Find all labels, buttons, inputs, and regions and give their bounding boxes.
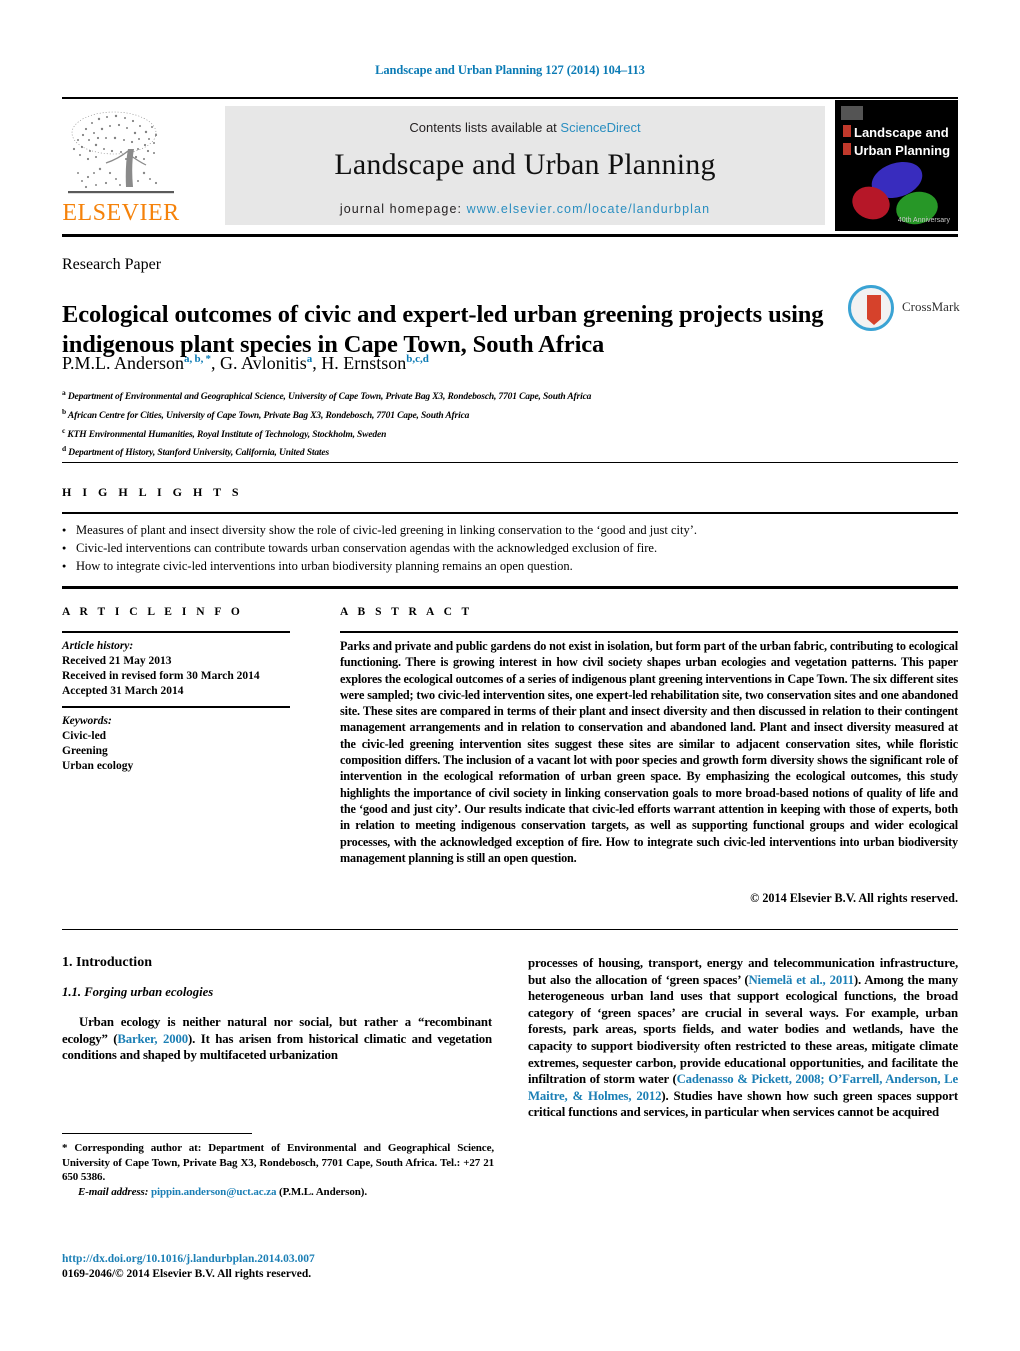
affiliation-list: a Department of Environmental and Geogra… [62,386,862,461]
keyword-1: Greening [62,745,108,757]
masthead-rule-top [62,97,958,99]
cover-swatch-1 [843,125,851,137]
intro-paragraph-left: Urban ecology is neither natural nor soc… [62,1014,492,1064]
doi-block: http://dx.doi.org/10.1016/j.landurbplan.… [62,1252,494,1282]
article-history-line-0: Received 21 May 2013 [62,655,172,667]
right-text-mid: ). Among the many heterogeneous urban la… [528,972,958,1087]
article-history-label: Article history: [62,640,134,652]
keywords-rule [62,706,290,708]
citation-barker-2000[interactable]: Barker, 2000 [117,1032,188,1046]
article-history-block: Article history: Received 21 May 2013 Re… [62,639,302,699]
contents-prefix: Contents lists available at [409,120,561,135]
cover-title-line-2: Urban Planning [854,143,951,158]
elsevier-logo: ELSEVIER [62,107,180,227]
highlights-rule-bottom [62,586,958,589]
highlights-heading: H I G H L I G H T S [62,485,243,499]
email-link[interactable]: pippin.anderson@uct.ac.za [151,1186,277,1198]
journal-article-page: Landscape and Urban Planning 127 (2014) … [0,0,1020,1351]
contents-line: Contents lists available at ScienceDirec… [225,120,825,135]
affiliation-1: b African Centre for Cities, University … [62,406,470,421]
cover-swatch-2 [843,143,851,155]
crossmark-bookmark-shape [867,295,881,325]
article-type: Research Paper [62,256,162,273]
highlight-item-1: Civic-led interventions can contribute t… [62,539,958,557]
citation-niemela-2011[interactable]: Niemelä et al., 2011 [748,973,854,987]
crossmark-icon [848,285,894,331]
masthead-rule-bottom [62,234,958,237]
highlight-item-2: How to integrate civic-led interventions… [62,557,958,575]
affiliation-2: c KTH Environmental Humanities, Royal In… [62,425,387,440]
affiliation-marker-1: b [62,406,67,416]
email-label: E-mail address: [78,1185,149,1198]
abstract-text: Parks and private and public gardens do … [340,639,958,865]
cover-title-line-1: Landscape and [854,125,949,140]
section-heading-introduction: 1. Introduction [62,955,152,970]
highlights-list: Measures of plant and insect diversity s… [62,521,958,575]
journal-title: Landscape and Urban Planning [334,148,716,181]
corresponding-author-text: * Corresponding author at: Department of… [62,1142,494,1183]
keywords-block: Keywords: Civic-led Greening Urban ecolo… [62,714,302,774]
cover-anniversary-text: 40th Anniversary [897,217,950,224]
abstract-copyright: © 2014 Elsevier B.V. All rights reserved… [750,891,958,905]
body-column-left: 1. Introduction 1.1. Forging urban ecolo… [62,955,492,1064]
keyword-0: Civic-led [62,730,107,742]
article-info-heading: A R T I C L E I N F O [62,606,244,618]
article-history-line-2: Accepted 31 March 2014 [62,685,184,697]
doi-link[interactable]: http://dx.doi.org/10.1016/j.landurbplan.… [62,1252,494,1267]
divider-before-body [62,929,958,930]
masthead-panel: Contents lists available at ScienceDirec… [225,106,825,225]
cover-elsevier-mark-icon [841,106,863,120]
subsection-heading-forging-urban-ecologies: 1.1. Forging urban ecologies [62,985,214,999]
highlight-item-0: Measures of plant and insect diversity s… [62,521,958,539]
divider-after-affiliations [62,462,958,463]
crossmark-badge[interactable]: CrossMark [848,285,960,333]
affiliation-3: d Department of History, Stanford Univer… [62,444,330,459]
elsevier-tree-icon [68,111,174,194]
journal-cover-image: Landscape and Urban Planning 40th Annive… [835,100,958,231]
footnote-divider [62,1133,252,1134]
author-list: P.M.L. Andersona, b, *, G. Avlonitisa, H… [62,353,429,373]
intro-paragraph-right: processes of housing, transport, energy … [528,955,958,1121]
sciencedirect-link[interactable]: ScienceDirect [560,120,640,135]
affiliation-marker-0: a [62,388,66,397]
article-info-rule [62,631,290,633]
corresponding-author-footnote: * Corresponding author at: Department of… [62,1141,494,1199]
affiliation-0: a Department of Environmental and Geogra… [62,388,592,403]
affiliation-marker-2: c [62,425,66,435]
issn-copyright-line: 0169-2046/© 2014 Elsevier B.V. All right… [62,1268,312,1280]
homepage-url[interactable]: www.elsevier.com/locate/landurbplan [467,202,710,216]
homepage-label: journal homepage: [339,202,467,216]
affiliation-marker-3: d [62,444,67,454]
journal-masthead: ELSEVIER Contents lists available at Sci… [62,97,958,237]
keywords-label: Keywords: [62,715,112,727]
highlights-rule-top [62,512,958,514]
email-owner: (P.M.L. Anderson). [279,1185,367,1198]
crossmark-label: CrossMark [902,299,960,314]
article-history-line-1: Received in revised form 30 March 2014 [62,670,260,682]
elsevier-wordmark: ELSEVIER [62,200,180,226]
abstract-heading: A B S T R A C T [340,606,473,618]
running-head: Landscape and Urban Planning 127 (2014) … [375,63,645,77]
journal-homepage-line: journal homepage: www.elsevier.com/locat… [225,202,825,216]
keyword-2: Urban ecology [62,760,134,772]
abstract-rule [340,631,958,633]
body-column-right: processes of housing, transport, energy … [528,955,958,1121]
page-title: Ecological outcomes of civic and expert-… [62,301,824,359]
